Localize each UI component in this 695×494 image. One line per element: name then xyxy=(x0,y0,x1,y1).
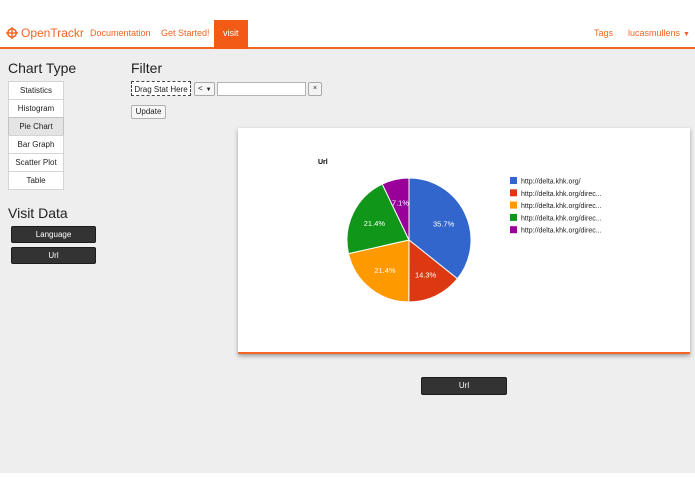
visit-data-title: Visit Data xyxy=(8,205,68,221)
slice-label-4: 21.4% xyxy=(364,219,386,228)
crosshair-icon xyxy=(6,27,18,39)
language-button[interactable]: Language xyxy=(11,226,96,243)
user-menu[interactable]: lucasmullens ▼ xyxy=(628,20,690,47)
legend-label-3: http://delta.khk.org/direc... xyxy=(521,203,602,210)
legend-swatch-4 xyxy=(510,213,517,221)
legend-label-4: http://delta.khk.org/direc... xyxy=(521,215,602,222)
legend-swatch-5 xyxy=(510,226,517,234)
url-button[interactable]: Url xyxy=(11,247,96,264)
nav-documentation[interactable]: Documentation xyxy=(90,20,151,47)
brand-logo[interactable]: OpenTrackr xyxy=(6,20,84,47)
chart-type-bar-graph[interactable]: Bar Graph xyxy=(8,135,64,154)
chart-card: Url 35.7% 14.3% 21.4% 21.4% 7.1% http://delta.… xyxy=(238,128,690,354)
legend-label-5: http://delta.khk.org/direc... xyxy=(521,228,602,235)
slice-label-3: 21.4% xyxy=(374,266,396,275)
caret-down-icon: ▼ xyxy=(205,87,212,93)
chart-title: Url xyxy=(318,159,328,166)
legend-label-1: http://delta.khk.org/ xyxy=(521,179,581,186)
chart-type-pie-chart[interactable]: Pie Chart xyxy=(8,117,64,136)
filter-value-input[interactable] xyxy=(217,82,306,96)
chart-type-statistics[interactable]: Statistics xyxy=(8,81,64,100)
slice-label-2: 14.3% xyxy=(415,271,437,280)
slice-label-5: 7.1% xyxy=(392,199,409,208)
operator-select[interactable]: < ▼ xyxy=(194,82,215,96)
nav-tags[interactable]: Tags xyxy=(594,20,613,47)
caret-down-icon: ▼ xyxy=(683,31,690,38)
selected-stat-url-button[interactable]: Url xyxy=(421,377,507,395)
legend-swatch-2 xyxy=(510,189,517,197)
clear-filter-button[interactable]: × xyxy=(308,82,322,96)
chart-type-histogram[interactable]: Histogram xyxy=(8,99,64,118)
chart-type-title: Chart Type xyxy=(8,60,77,76)
username: lucasmullens xyxy=(628,28,681,38)
slice-label-1: 35.7% xyxy=(433,219,455,228)
nav-get-started[interactable]: Get Started! xyxy=(161,20,210,47)
page-footer xyxy=(0,473,695,494)
update-button[interactable]: Update xyxy=(131,105,166,119)
chart-type-table[interactable]: Table xyxy=(8,171,64,190)
drag-stat-dropzone[interactable]: Drag Stat Here xyxy=(131,81,191,96)
chart-type-scatter-plot[interactable]: Scatter Plot xyxy=(8,153,64,172)
operator-value: < xyxy=(198,84,203,93)
nav-visit[interactable]: visit xyxy=(214,20,248,49)
filter-title: Filter xyxy=(131,60,163,76)
legend-label-2: http://delta.khk.org/direc... xyxy=(521,191,602,198)
chart-type-list: Statistics Histogram Pie Chart Bar Graph… xyxy=(8,81,64,190)
brand-name: OpenTrackr xyxy=(21,26,84,40)
legend-swatch-3 xyxy=(510,201,517,209)
legend-swatch-1 xyxy=(510,177,517,184)
top-navbar: OpenTrackr Documentation Get Started! vi… xyxy=(0,20,695,49)
pie-chart: Url 35.7% 14.3% 21.4% 21.4% 7.1% http://delta.… xyxy=(318,159,602,303)
